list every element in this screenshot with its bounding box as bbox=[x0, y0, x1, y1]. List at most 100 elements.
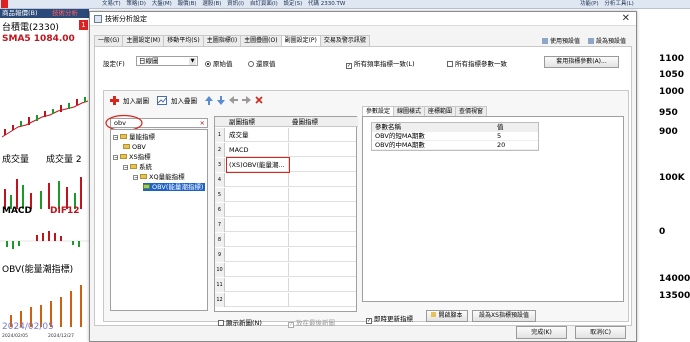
set-xs-default-button[interactable]: 設為XS指標預設值 bbox=[472, 310, 536, 322]
checkbox-same-all[interactable]: ✓ 所有頻率指標一致(L) bbox=[346, 58, 415, 69]
ok-button[interactable]: 完成(K) bbox=[516, 326, 567, 339]
grid-cell-sub[interactable] bbox=[227, 233, 289, 247]
grid-row[interactable]: 10 bbox=[215, 263, 356, 277]
obv-chart bbox=[10, 285, 82, 327]
delete-icon[interactable] bbox=[255, 96, 263, 104]
param-value[interactable]: 5 bbox=[497, 132, 501, 141]
set-default-button[interactable]: 設為預設值 bbox=[587, 36, 626, 45]
close-icon[interactable]: ✕ bbox=[622, 12, 630, 25]
grid-cell-sub[interactable] bbox=[227, 173, 289, 187]
tab-quote-window[interactable]: 查價視窗 bbox=[455, 106, 488, 116]
add-sub-chart-button[interactable]: 加入副圖 bbox=[110, 95, 149, 105]
tree-node-obv-energy[interactable]: OBV(能量潮指標) bbox=[143, 183, 206, 191]
setting-select[interactable]: 日線圖 ▼ bbox=[136, 56, 198, 66]
grid-cell-sub[interactable] bbox=[227, 203, 289, 217]
param-value[interactable]: 20 bbox=[497, 141, 505, 150]
tab-main-indicator[interactable]: 主圖指標(I) bbox=[202, 35, 242, 46]
cancel-button[interactable]: 取消(C) bbox=[575, 326, 626, 339]
tree-node-xq-volume[interactable]: − XQ量能指標 bbox=[133, 173, 185, 181]
grid-cell-sub[interactable] bbox=[227, 278, 289, 292]
tree-toggle-icon[interactable]: − bbox=[123, 165, 128, 171]
menu-item-settings[interactable]: 設定(S) bbox=[283, 1, 302, 7]
menu-item-strategy[interactable]: 策略(D) bbox=[126, 1, 146, 7]
grid-row[interactable]: 2 MACD bbox=[215, 143, 356, 157]
tree-toggle-icon[interactable]: − bbox=[113, 135, 118, 141]
tab-main-overlay[interactable]: 主圖疊圖(O) bbox=[240, 35, 282, 46]
grid-cell-sub[interactable]: 成交量 bbox=[227, 128, 289, 142]
param-row[interactable]: OBV的短MA期數 5 bbox=[372, 132, 538, 141]
menu-item-trade[interactable]: 文易(T) bbox=[102, 1, 121, 7]
tab-main-chart[interactable]: 主圖設定(M) bbox=[122, 35, 165, 46]
grid-row[interactable]: 6 bbox=[215, 203, 356, 217]
open-script-button[interactable]: 開啟腳本 bbox=[426, 310, 468, 322]
tree-node-volume-indicators[interactable]: − 量能指標 bbox=[113, 133, 155, 141]
menu-item-market[interactable]: 大盤(M) bbox=[152, 1, 172, 7]
tab-params[interactable]: 參數設定 bbox=[362, 106, 395, 116]
tab-trade-signal[interactable]: 交易及警示訊號 bbox=[319, 35, 370, 46]
tab-line-style[interactable]: 線圖樣式 bbox=[393, 106, 426, 116]
folder-icon bbox=[140, 174, 147, 179]
grid-row-number: 7 bbox=[215, 218, 225, 232]
grid-cell-sub[interactable] bbox=[227, 293, 289, 307]
grid-header: 副圖指標 疊圖指標 bbox=[215, 117, 358, 127]
grid-cell-sub[interactable] bbox=[227, 263, 289, 277]
symbol-code[interactable]: 代碼 2330.TW bbox=[308, 1, 345, 7]
menu-item-screener[interactable]: 選股(B) bbox=[202, 1, 221, 7]
radio-original-dot bbox=[205, 61, 211, 67]
checkbox-last-new[interactable]: ✓ 放在最後新圖 bbox=[288, 317, 335, 328]
tree-node-xs-indicators[interactable]: − XS指標 bbox=[113, 153, 151, 161]
apply-params-button[interactable]: 套用指標參數(A)... bbox=[544, 56, 619, 68]
tab-axis-range[interactable]: 座標範圍 bbox=[424, 106, 457, 116]
grid-row[interactable]: 5 bbox=[215, 188, 356, 202]
move-up-icon[interactable] bbox=[205, 95, 213, 105]
tab-sub-chart[interactable]: 副圖設定(P) bbox=[280, 35, 321, 46]
folder-icon bbox=[123, 144, 130, 149]
use-default-button[interactable]: 使用預設值 bbox=[541, 36, 580, 45]
grid-row[interactable]: 9 bbox=[215, 248, 356, 262]
menu-item-function[interactable]: 功能(P) bbox=[580, 1, 599, 7]
move-right-icon[interactable] bbox=[242, 96, 251, 104]
tree-toggle-icon[interactable]: − bbox=[113, 155, 118, 161]
obv-label: OBV(能量潮指標) bbox=[2, 265, 74, 275]
checkbox-params[interactable]: 所有指標參數一致 bbox=[447, 58, 507, 68]
tab-general[interactable]: 一般(G) bbox=[94, 35, 124, 46]
radio-restore[interactable]: 還原值 bbox=[248, 58, 276, 68]
setting-select-value: 日線圖 bbox=[139, 57, 159, 65]
grid-cell-sub[interactable]: MACD bbox=[227, 143, 289, 157]
tab-technical[interactable]: 技術分析 bbox=[52, 9, 78, 18]
tree-toggle-icon[interactable]: − bbox=[133, 175, 138, 181]
menu-item-info[interactable]: 資訊(I) bbox=[227, 1, 244, 7]
tab-moving-average[interactable]: 移動平均(S) bbox=[163, 35, 204, 46]
move-down-icon[interactable] bbox=[217, 95, 225, 105]
grid-row[interactable]: 11 bbox=[215, 278, 356, 292]
tree-node-obv[interactable]: OBV bbox=[123, 143, 146, 151]
move-left-icon[interactable] bbox=[229, 96, 238, 104]
clear-search-icon[interactable]: × bbox=[200, 119, 205, 127]
add-overlay-button[interactable]: 加入疊圖 bbox=[157, 95, 197, 105]
grid-row[interactable]: 12 bbox=[215, 293, 356, 307]
grid-cell-sub[interactable] bbox=[227, 188, 289, 202]
tree-node-system[interactable]: − 系統 bbox=[123, 163, 152, 171]
technical-settings-dialog: 技術分析設定 ✕ 一般(G) 主圖設定(M) 移動平均(S) 主圖指標(I) 主… bbox=[89, 11, 637, 342]
app-menu-bar: 文易(T) 策略(D) 大盤(M) 報價(B) 選股(B) 資訊(I) 自訂頁面… bbox=[0, 0, 690, 9]
plus-icon bbox=[110, 95, 119, 105]
grid-row[interactable]: 7 bbox=[215, 218, 356, 232]
menu-item-custom-page[interactable]: 自訂頁面(I) bbox=[250, 1, 278, 7]
grid-row[interactable]: 8 bbox=[215, 233, 356, 247]
grid-row[interactable]: 4 bbox=[215, 173, 356, 187]
grid-row[interactable]: 1 成交量 bbox=[215, 128, 356, 142]
radio-original-label: 原始值 bbox=[213, 60, 233, 68]
param-row[interactable]: OBV的中MA期數 20 bbox=[372, 141, 538, 150]
add-overlay-label: 加入疊圖 bbox=[171, 97, 197, 105]
grid-row-number: 4 bbox=[215, 173, 225, 187]
checkbox-show-new[interactable]: 顯示新圖(N) bbox=[218, 317, 262, 327]
grid-cell-sub[interactable] bbox=[227, 218, 289, 232]
menu-item-quote[interactable]: 報價(B) bbox=[177, 1, 196, 7]
radio-original[interactable]: 原始值 bbox=[205, 58, 233, 68]
axis-label-14000: 14000 bbox=[659, 274, 690, 284]
menu-items: 文易(T) 策略(D) 大盤(M) 報價(B) 選股(B) 資訊(I) 自訂頁面… bbox=[102, 0, 349, 9]
checkbox-instant-update[interactable]: ✓ 即時更新指標 bbox=[366, 313, 413, 324]
menu-item-analysis-tools[interactable]: 分析工具(L) bbox=[604, 1, 633, 7]
grid-cell-sub[interactable] bbox=[227, 248, 289, 262]
tab-quote[interactable]: 商品報價(B) bbox=[2, 9, 38, 18]
